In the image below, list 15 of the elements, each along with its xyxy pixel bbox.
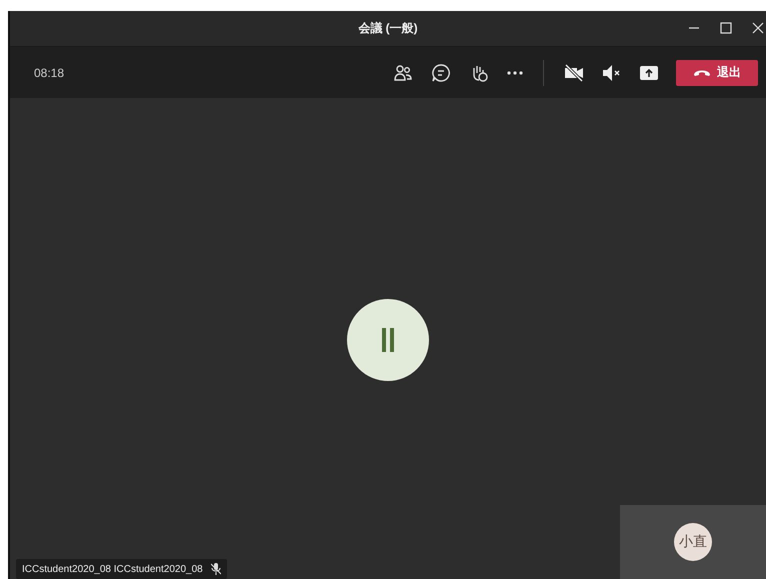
- window-title: 会議 (一般): [358, 20, 418, 37]
- close-icon[interactable]: [752, 22, 764, 34]
- avatar-initials: 小直: [674, 523, 712, 561]
- pause-icon: [381, 328, 395, 352]
- maximize-icon[interactable]: [720, 22, 732, 34]
- speaker-muted-icon[interactable]: [602, 64, 622, 82]
- phone-icon: [693, 68, 711, 77]
- chat-icon[interactable]: [431, 62, 451, 82]
- leave-button[interactable]: 退出: [676, 60, 758, 86]
- people-icon[interactable]: [393, 62, 413, 82]
- name-label: ICCstudent2020_08 ICCstudent2020_08: [16, 559, 227, 579]
- share-screen-icon[interactable]: [640, 64, 658, 80]
- camera-off-icon[interactable]: [564, 64, 584, 82]
- more-icon[interactable]: [507, 70, 523, 76]
- call-timer: 08:18: [34, 66, 64, 80]
